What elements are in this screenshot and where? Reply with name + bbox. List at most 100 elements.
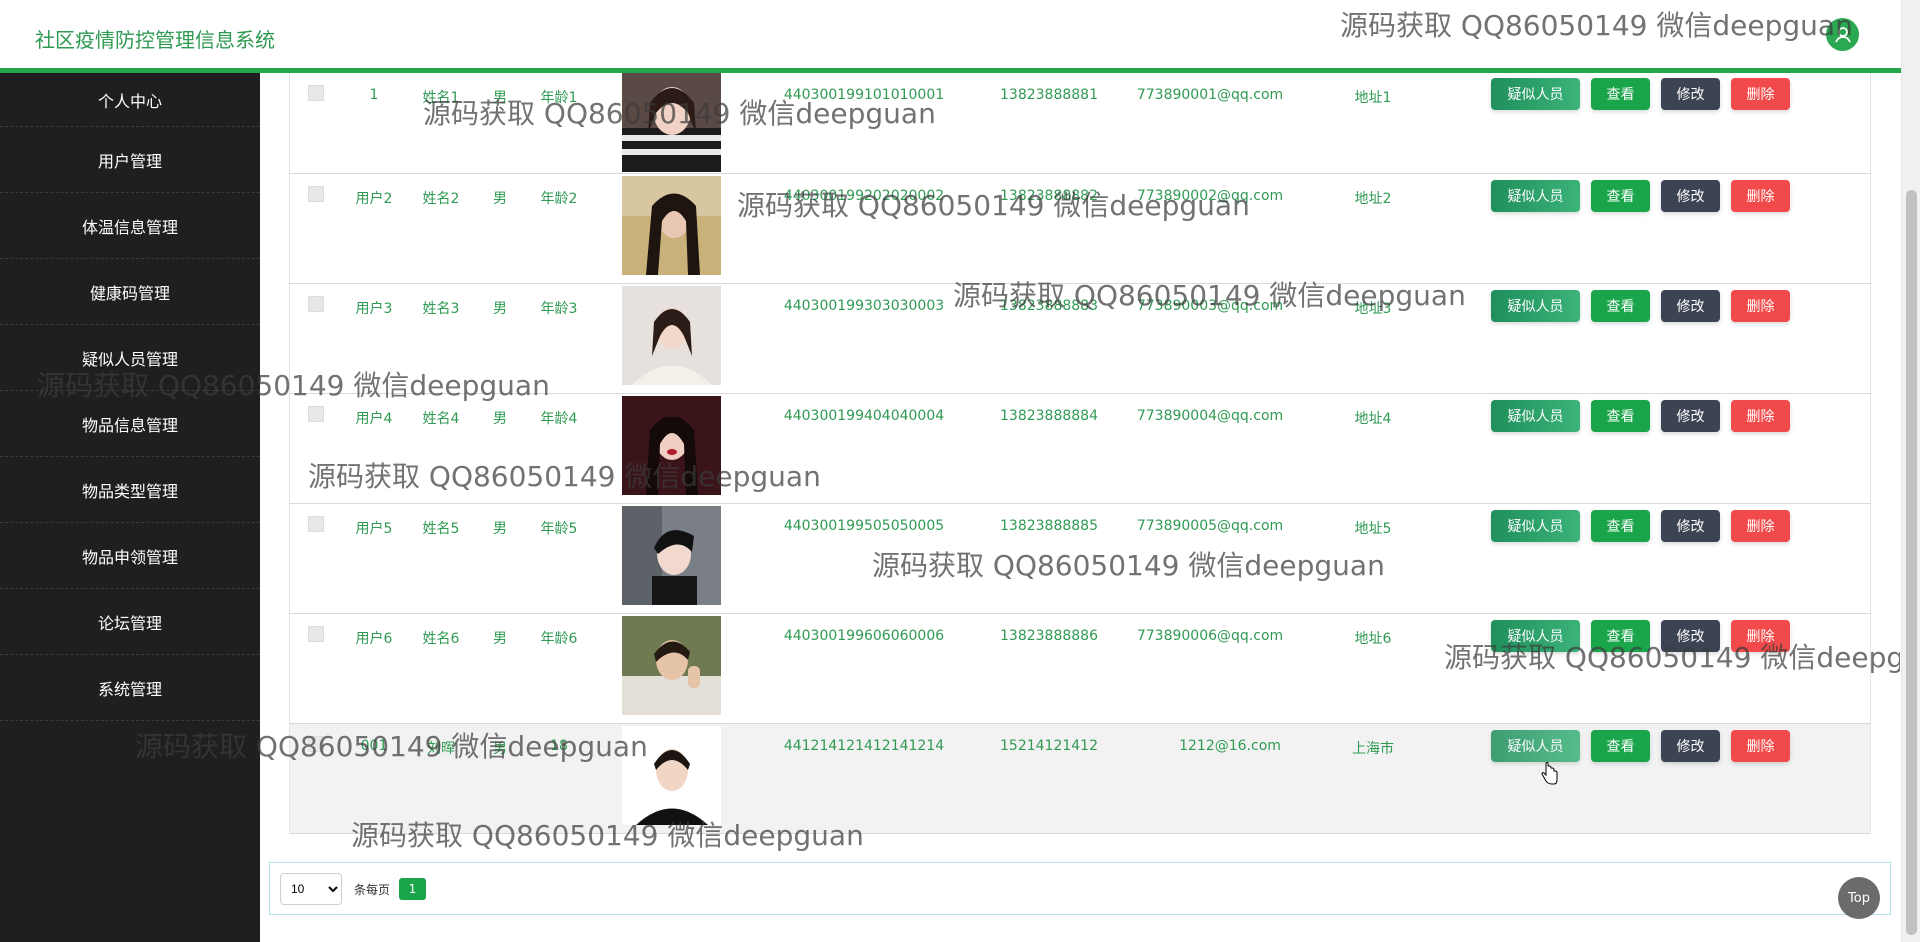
table-row: 1 姓名1 男 年龄1 440300199101010001 138238888… — [289, 73, 1871, 174]
cell-age: 年龄1 — [540, 90, 578, 106]
delete-button[interactable]: 删除 — [1731, 78, 1790, 110]
cell-age: 年龄3 — [540, 301, 578, 317]
mark-suspect-button[interactable]: 疑似人员 — [1491, 510, 1580, 542]
delete-button[interactable]: 删除 — [1731, 290, 1790, 322]
cell-phone: 13823888885 — [1000, 518, 1098, 534]
edit-button[interactable]: 修改 — [1661, 620, 1720, 652]
table-row: 用户2 姓名2 男 年龄2 440300199202020002 1382388… — [289, 174, 1871, 284]
page-number-button[interactable]: 1 — [399, 878, 426, 900]
edit-button[interactable]: 修改 — [1661, 510, 1720, 542]
cell-email: 773890006@qq.com — [1136, 628, 1284, 644]
cell-name: 姓名1 — [422, 90, 460, 106]
cell-address: 地址1 — [1354, 90, 1392, 106]
cell-id-number: 440300199404040004 — [783, 408, 945, 424]
mark-suspect-button[interactable]: 疑似人员 — [1491, 730, 1580, 762]
view-button[interactable]: 查看 — [1591, 620, 1650, 652]
row-checkbox[interactable] — [308, 296, 324, 312]
cell-age: 年龄5 — [540, 521, 578, 537]
view-button[interactable]: 查看 — [1591, 510, 1650, 542]
sidebar-item-item-requests[interactable]: 物品申领管理 — [0, 523, 260, 589]
mark-suspect-button[interactable]: 疑似人员 — [1491, 620, 1580, 652]
cell-account: 用户3 — [355, 301, 393, 317]
cell-email: 773890005@qq.com — [1136, 518, 1284, 534]
hand-cursor-icon — [1541, 761, 1559, 790]
delete-button[interactable]: 删除 — [1731, 510, 1790, 542]
row-checkbox[interactable] — [308, 516, 324, 532]
row-checkbox[interactable] — [308, 406, 324, 422]
cell-email: 773890003@qq.com — [1136, 298, 1284, 314]
sidebar-item-user-management[interactable]: 用户管理 — [0, 127, 260, 193]
delete-button[interactable]: 删除 — [1731, 730, 1790, 762]
sidebar-item-personal-center[interactable]: 个人中心 — [0, 73, 260, 127]
back-to-top-button[interactable]: Top — [1838, 877, 1880, 919]
per-page-label: 条每页 — [354, 883, 391, 897]
mark-suspect-button[interactable]: 疑似人员 — [1491, 180, 1580, 212]
scrollbar-thumb[interactable] — [1906, 190, 1917, 935]
table-row: 用户4 姓名4 男 年龄4 440300199404040004 1382388… — [289, 394, 1871, 504]
mark-suspect-button[interactable]: 疑似人员 — [1491, 78, 1580, 110]
sidebar-item-temperature[interactable]: 体温信息管理 — [0, 193, 260, 259]
row-checkbox[interactable] — [308, 626, 324, 642]
cell-phone: 13823888884 — [1000, 408, 1098, 424]
sidebar-item-item-types[interactable]: 物品类型管理 — [0, 457, 260, 523]
sidebar-item-system[interactable]: 系统管理 — [0, 655, 260, 721]
user-photo — [622, 506, 721, 605]
row-checkbox[interactable] — [308, 736, 324, 752]
mark-suspect-button[interactable]: 疑似人员 — [1491, 290, 1580, 322]
table-row: 用户5 姓名5 男 年龄5 440300199505050005 1382388… — [289, 504, 1871, 614]
delete-button[interactable]: 删除 — [1731, 180, 1790, 212]
user-avatar-icon[interactable] — [1826, 18, 1859, 51]
view-button[interactable]: 查看 — [1591, 730, 1650, 762]
cell-age: 年龄6 — [540, 631, 578, 647]
sidebar: 个人中心 用户管理 体温信息管理 健康码管理 疑似人员管理 物品信息管理 物品类… — [0, 73, 260, 942]
row-checkbox[interactable] — [308, 85, 324, 101]
sidebar-item-forum[interactable]: 论坛管理 — [0, 589, 260, 655]
edit-button[interactable]: 修改 — [1661, 730, 1720, 762]
view-button[interactable]: 查看 — [1591, 400, 1650, 432]
cell-gender: 男 — [493, 521, 507, 537]
cell-age: 18 — [550, 738, 568, 754]
user-photo — [622, 286, 721, 385]
delete-button[interactable]: 删除 — [1731, 620, 1790, 652]
user-photo — [622, 396, 721, 495]
page-size-select[interactable]: 10 — [280, 873, 342, 905]
user-photo — [622, 73, 721, 172]
row-checkbox[interactable] — [308, 186, 324, 202]
delete-button[interactable]: 删除 — [1731, 400, 1790, 432]
mark-suspect-button[interactable]: 疑似人员 — [1491, 400, 1580, 432]
sidebar-item-item-info[interactable]: 物品信息管理 — [0, 391, 260, 457]
edit-button[interactable]: 修改 — [1661, 400, 1720, 432]
cell-id-number: 440300199606060006 — [783, 628, 945, 644]
cell-address: 上海市 — [1352, 741, 1394, 757]
cell-email: 1212@16.com — [1179, 738, 1281, 754]
view-button[interactable]: 查看 — [1591, 290, 1650, 322]
view-button[interactable]: 查看 — [1591, 180, 1650, 212]
cell-name: 姓名5 — [422, 521, 460, 537]
cell-address: 地址6 — [1354, 631, 1392, 647]
cell-name: 刘晖 — [427, 741, 455, 757]
sidebar-item-health-code[interactable]: 健康码管理 — [0, 259, 260, 325]
cell-account: 用户4 — [355, 411, 393, 427]
cell-address: 地址2 — [1354, 191, 1392, 207]
cell-name: 姓名3 — [422, 301, 460, 317]
edit-button[interactable]: 修改 — [1661, 290, 1720, 322]
cell-id-number: 441214121412141214 — [783, 738, 945, 754]
cell-id-number: 440300199202020002 — [783, 188, 945, 204]
user-photo — [622, 616, 721, 715]
cell-name: 姓名4 — [422, 411, 460, 427]
sidebar-item-suspects[interactable]: 疑似人员管理 — [0, 325, 260, 391]
edit-button[interactable]: 修改 — [1661, 78, 1720, 110]
user-table: 1 姓名1 男 年龄1 440300199101010001 138238888… — [289, 73, 1871, 841]
pagination-bar: 10 条每页 1 — [269, 862, 1891, 915]
cell-address: 地址3 — [1354, 301, 1392, 317]
cell-account: 用户5 — [355, 521, 393, 537]
cell-account: 001 — [360, 738, 388, 754]
cell-phone: 13823888886 — [1000, 628, 1098, 644]
cell-gender: 男 — [493, 90, 507, 106]
table-row: 001 刘晖 男 18 441214121412141214 152141214… — [289, 724, 1871, 834]
edit-button[interactable]: 修改 — [1661, 180, 1720, 212]
cell-gender: 男 — [493, 741, 507, 757]
cell-name: 姓名2 — [422, 191, 460, 207]
view-button[interactable]: 查看 — [1591, 78, 1650, 110]
vertical-scrollbar[interactable] — [1901, 0, 1920, 942]
